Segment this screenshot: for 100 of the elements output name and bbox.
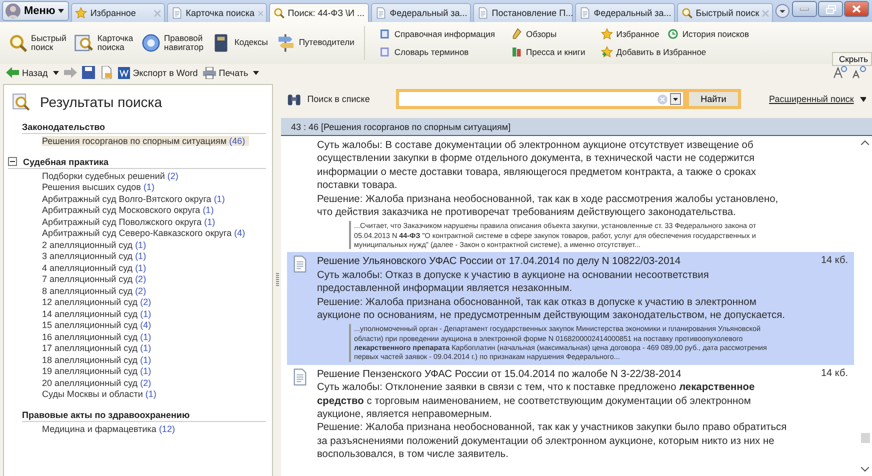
category-item[interactable]: 17 апелляционный суд (1) (42, 343, 156, 353)
search-icon (680, 7, 693, 19)
list-header: 43 : 46 [Решения госорганов по спорным ситуациям] (281, 118, 872, 136)
caret-icon[interactable] (860, 96, 866, 102)
tab[interactable]: Избранное (71, 3, 165, 22)
menu-button[interactable]: Меню (2, 1, 70, 21)
close-icon (852, 5, 861, 13)
search-field[interactable] (396, 89, 686, 109)
star-icon (75, 7, 88, 19)
section-heading: Судебная практика (23, 156, 109, 166)
category-item[interactable]: Арбитражный суд Северо-Кавказского округа (4) (42, 228, 250, 238)
tab[interactable]: Постановление П... (472, 3, 573, 22)
ribbon-button[interactable]: Правовой навигатор (139, 33, 206, 53)
dropdown-icon[interactable] (775, 3, 790, 19)
font-decrease-icon[interactable] (852, 66, 866, 79)
document-icon (170, 7, 183, 19)
signpost-icon (276, 33, 296, 53)
document-icon (476, 7, 489, 19)
result-text: Суть жалобы: Отклонение заявки в связи с тем, что к поставке предложено лекарственное средство с торговым наименованием, не соответствующим документации об электронном аукционе, является неправомерным. (317, 381, 756, 422)
caret-icon[interactable] (253, 70, 260, 74)
restore-button[interactable] (818, 1, 843, 17)
ribbon-button[interactable]: Карточка поиска (72, 33, 136, 53)
find-button[interactable]: Найти (686, 89, 742, 109)
splitter-grip[interactable] (276, 273, 278, 287)
scroll-up-icon[interactable] (861, 140, 869, 145)
tab[interactable]: Поиск: 44-ФЗ \И ... (268, 3, 369, 22)
result-text: Решение: Жалоба признана необоснованной, так как у участников закупки было право обратиться за разъяснениями положений документации об электронном аукционе, которым никто из них не воспользовался, в том числе заявитель. (317, 421, 788, 462)
document-icon[interactable] (100, 66, 113, 79)
scroll-down-icon[interactable] (861, 467, 869, 472)
section-heading: Законодательство (22, 122, 106, 132)
category-item[interactable]: Арбитражный суд Московского округа (1) (42, 205, 218, 215)
minimize-button[interactable] (792, 1, 817, 17)
ribbon-button[interactable]: Кодексы (209, 33, 270, 53)
ribbon-link[interactable]: Избранное (601, 28, 660, 40)
category-item[interactable]: Подборки судебных решений (2) (42, 170, 182, 180)
ribbon-link[interactable]: История поисков (667, 28, 750, 40)
ribbon-button[interactable]: Быстрый поиск (6, 33, 68, 53)
arrow-left-icon (6, 67, 19, 78)
category-item[interactable]: 4 апелляционный суд (1) (42, 262, 150, 272)
printer-icon (202, 66, 216, 78)
category-item[interactable]: 16 апелляционный суд (1) (42, 332, 156, 342)
category-item[interactable]: Арбитражный суд Поволжского округа (1) (42, 216, 220, 226)
minus-icon (10, 159, 15, 164)
category-item[interactable]: Суды Москвы и области (1) (42, 389, 160, 399)
caret-icon (58, 9, 64, 13)
tab[interactable]: Федеральный за... (574, 3, 675, 22)
result-text: Решение: Жалоба признана необоснованной, так как в ходе рассмотрения жалобы установлено, что действия заказчика не противоречат требованиям действующего законодательства. (317, 192, 780, 220)
books-icon (510, 46, 523, 58)
caret-icon[interactable] (52, 70, 59, 74)
export-word-button[interactable]: Экспорт в Word (118, 66, 198, 78)
back-button[interactable]: Назад (6, 67, 48, 78)
tab[interactable]: Карточка поиска (166, 3, 267, 22)
category-item[interactable]: Решения высших судов (1) (42, 182, 158, 192)
ribbon-link[interactable]: Добавить в Избранное (601, 46, 706, 58)
ribbon-link[interactable]: Словарь терминов (379, 46, 469, 58)
document-icon (374, 7, 387, 19)
document-icon (578, 7, 591, 19)
category-item[interactable]: 19 апелляционный суд (1) (42, 366, 156, 376)
section-heading: Правовые акты по здравоохранению (22, 410, 190, 420)
category-item[interactable]: Медицина и фармацевтика (12) (42, 424, 179, 434)
print-button[interactable]: Печать (202, 66, 248, 78)
font-increase-icon[interactable] (833, 66, 847, 79)
tab[interactable]: Быстрый поиск (676, 3, 774, 22)
category-item[interactable]: 12 апелляционный суд (2) (42, 297, 156, 307)
collapse-toggle[interactable] (8, 157, 17, 166)
history-icon (667, 28, 680, 40)
ribbon-link[interactable]: Обзоры (510, 28, 557, 40)
ribbon-button[interactable]: Путеводители (274, 33, 356, 53)
search-icon (8, 33, 28, 53)
file-size: 14 кб. (820, 368, 848, 381)
category-item[interactable]: 20 апелляционный суд (2) (42, 378, 156, 388)
close-button[interactable] (844, 1, 869, 17)
star-icon (601, 28, 614, 40)
ribbon-link[interactable]: Пресса и книги (510, 46, 586, 58)
advanced-search-link[interactable]: Расширенный поиск (769, 94, 854, 104)
search-results-icon (12, 93, 30, 111)
category-item[interactable]: 2 апелляционный суд (1) (42, 240, 150, 250)
result-item[interactable] (287, 252, 854, 365)
search-icon (272, 7, 285, 19)
pen-icon (510, 28, 523, 40)
dropdown-icon[interactable] (670, 93, 681, 105)
result-title[interactable]: Решение Пензенского УФАС России от 15.04.2014 по жалобе N 3-22/38-2014 (317, 368, 792, 382)
tab[interactable]: Федеральный за... (370, 3, 471, 22)
save-icon[interactable] (82, 66, 95, 79)
category-item[interactable]: 14 апелляционный суд (1) (42, 308, 156, 318)
category-item[interactable]: 3 апелляционный суд (1) (42, 251, 150, 261)
scroll-thumb[interactable] (860, 433, 870, 443)
ribbon-link[interactable]: Справочная информация (379, 28, 495, 40)
binoculars-icon (287, 92, 302, 106)
result-text: Суть жалобы: В составе документации об электронном аукционе отсутствует извещение об осуществлении закупки в форме отдельного документа, в технической части не содержится информации о месте доставки товара, являющегося предметом контракта, а также о сроках поставки товара. (317, 139, 757, 193)
panel-title: Результаты поиска (40, 94, 162, 110)
category-item[interactable]: 7 апелляционный суд (2) (42, 274, 150, 284)
category-item[interactable]: Решения госорганов по спорным ситуациям (46) (42, 136, 250, 146)
document-icon (291, 368, 309, 386)
result-title[interactable]: Решение Ульяновского УФАС России от 17.04.2014 по делу N 10822/03-2014 (317, 255, 792, 269)
category-item[interactable]: 15 апелляционный суд (4) (42, 320, 156, 330)
category-item[interactable]: 18 апелляционный суд (1) (42, 354, 156, 364)
category-item[interactable]: 8 апелляционный суд (2) (42, 286, 150, 296)
category-item[interactable]: Арбитражный суд Волго-Вятского округа (1) (42, 194, 229, 204)
result-text: Решение: Жалоба признана обоснованной, так как отказ в допуске к участию в электронном аукционе по основаниям, не предусмотренным действующим законодательством, не допускается. (317, 296, 786, 322)
